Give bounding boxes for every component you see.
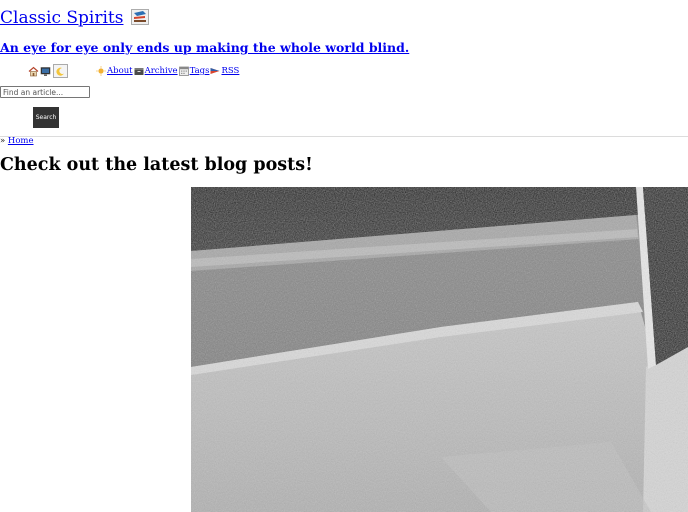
post-image[interactable] bbox=[191, 187, 688, 512]
box-icon bbox=[134, 68, 144, 75]
logo-icon bbox=[130, 9, 149, 25]
nav-item-rss[interactable]: RSS bbox=[210, 66, 239, 76]
nav-item-about-label: About bbox=[107, 66, 133, 76]
sun-icon bbox=[96, 66, 106, 76]
site-title: Classic Spirits bbox=[0, 8, 149, 28]
nav-item-archive-label: Archive bbox=[144, 66, 178, 76]
header-divider bbox=[0, 136, 688, 137]
page-heading: Check out the latest blog posts! bbox=[0, 155, 313, 175]
theme-toggle bbox=[28, 64, 68, 78]
moon-icon bbox=[56, 67, 64, 76]
search-placeholder: Find an article... bbox=[3, 87, 64, 97]
nav-item-archive[interactable]: Archive bbox=[134, 66, 178, 76]
site-title-link[interactable]: Classic Spirits bbox=[0, 8, 123, 28]
calendar-icon bbox=[178, 66, 189, 76]
toolbar: About Archive Tags RSS bbox=[28, 64, 240, 78]
search-input[interactable]: Find an article... bbox=[0, 86, 90, 98]
main-nav: About Archive Tags RSS bbox=[96, 66, 240, 76]
nav-item-tags-label: Tags bbox=[189, 66, 210, 76]
breadcrumb: » Home bbox=[0, 136, 34, 146]
moon-toggle-button[interactable] bbox=[53, 64, 68, 78]
breadcrumb-separator: » bbox=[0, 136, 6, 146]
house-icon[interactable] bbox=[28, 66, 39, 77]
monitor-icon[interactable] bbox=[40, 66, 51, 77]
nav-item-about[interactable]: About bbox=[96, 66, 133, 76]
breadcrumb-home-link[interactable]: Home bbox=[8, 136, 34, 146]
nav-item-rss-label: RSS bbox=[221, 66, 240, 76]
search-button-label: Search bbox=[35, 114, 57, 121]
search-button[interactable]: Search bbox=[33, 107, 59, 128]
flag-icon bbox=[210, 68, 220, 74]
post-photo bbox=[191, 187, 688, 512]
tagline-link[interactable]: An eye for eye only ends up making the w… bbox=[0, 40, 409, 55]
site-tagline: An eye for eye only ends up making the w… bbox=[0, 40, 409, 55]
site-title-text: Classic Spirits bbox=[0, 8, 124, 28]
nav-item-tags[interactable]: Tags bbox=[178, 66, 210, 76]
